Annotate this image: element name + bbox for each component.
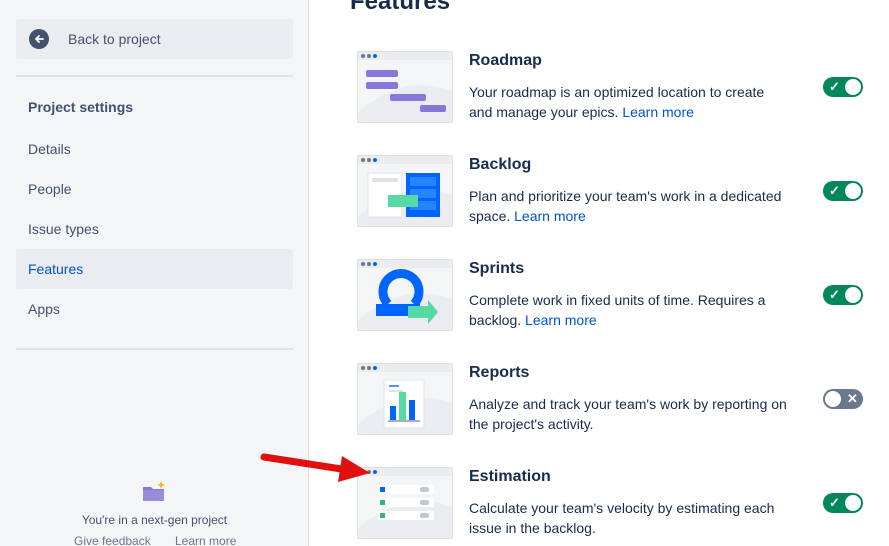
feature-title: Estimation	[469, 468, 551, 485]
learn-more-link[interactable]: Learn more	[514, 208, 586, 224]
check-icon: ✓	[829, 495, 840, 510]
sidebar-item-details[interactable]: Details	[16, 129, 293, 169]
sidebar-item-features[interactable]: Features	[16, 249, 293, 289]
learn-more-link[interactable]: Learn more	[622, 104, 694, 120]
reports-illustration	[357, 363, 453, 435]
learn-more-link[interactable]: Learn more	[525, 312, 597, 328]
feature-estimation: Estimation Calculate your team's velocit…	[357, 467, 877, 546]
feature-description: Calculate your team's velocity by estima…	[469, 500, 775, 536]
next-gen-project-text: You're in a next-gen project	[81, 513, 228, 527]
sidebar-divider	[16, 348, 293, 350]
feature-title: Backlog	[469, 156, 532, 173]
feature-reports: Reports Analyze and track your team's wo…	[357, 363, 877, 453]
feature-title: Reports	[469, 364, 530, 381]
sidebar-item-apps[interactable]: Apps	[16, 289, 293, 329]
reports-toggle[interactable]: ✕	[823, 389, 863, 409]
back-to-project-label: Back to project	[68, 31, 161, 47]
feature-title: Sprints	[469, 260, 525, 277]
folder-sparkle-icon	[142, 481, 166, 503]
roadmap-illustration	[357, 51, 453, 123]
sprints-toggle[interactable]: ✓	[823, 285, 863, 305]
feature-backlog: Backlog Plan and prioritize your team's …	[357, 155, 877, 245]
sidebar-item-people[interactable]: People	[16, 169, 293, 209]
sidebar-item-issue-types[interactable]: Issue types	[16, 209, 293, 249]
give-feedback-link[interactable]: Give feedback	[74, 534, 151, 546]
feature-sprints: Sprints Complete work in fixed units of …	[357, 259, 877, 349]
backlog-toggle[interactable]: ✓	[823, 181, 863, 201]
feature-description: Analyze and track your team's work by re…	[469, 396, 787, 432]
annotation-arrow-icon	[260, 453, 370, 482]
check-icon: ✓	[829, 79, 840, 94]
sprints-illustration	[357, 259, 453, 331]
app-root: Back to project Project settings Details…	[0, 0, 889, 546]
feature-description: Complete work in fixed units of time. Re…	[469, 292, 766, 328]
feature-roadmap: Roadmap Your roadmap is an optimized loc…	[357, 51, 877, 141]
feature-description: Plan and prioritize your team's work in …	[469, 188, 782, 224]
check-icon: ✓	[829, 287, 840, 302]
roadmap-toggle[interactable]: ✓	[823, 77, 863, 97]
backlog-illustration	[357, 155, 453, 227]
feature-title: Roadmap	[469, 52, 542, 69]
footer-learn-more-link[interactable]: Learn more	[175, 534, 236, 546]
cross-icon: ✕	[847, 391, 858, 406]
sidebar-divider	[16, 75, 293, 77]
page-title: Features	[350, 0, 451, 15]
sidebar-section-title: Project settings	[28, 99, 134, 115]
back-to-project-button[interactable]: Back to project	[16, 19, 293, 59]
feature-description: Your roadmap is an optimized location to…	[469, 84, 765, 120]
check-icon: ✓	[829, 183, 840, 198]
arrow-left-icon	[29, 29, 49, 49]
estimation-toggle[interactable]: ✓	[823, 493, 863, 513]
